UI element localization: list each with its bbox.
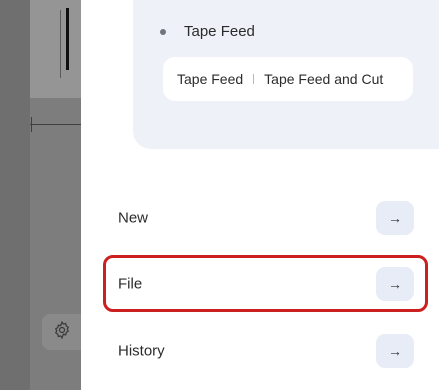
arrow-right-icon: → [388, 210, 402, 226]
side-panel: Tape Feed Tape Feed Tape Feed and Cut Ne… [81, 0, 439, 390]
menu-label-file: File [118, 275, 143, 293]
segment-divider [253, 74, 255, 84]
tape-feed-option-card: Tape Feed Tape Feed Tape Feed and Cut [133, 0, 439, 149]
tape-feed-segmented-control: Tape Feed Tape Feed and Cut [163, 57, 413, 101]
menu-row-history[interactable]: History → [81, 329, 439, 373]
ruler-tick [31, 117, 32, 132]
menu-label-history: History [118, 342, 165, 360]
settings-button[interactable] [42, 314, 81, 350]
gear-icon [52, 320, 72, 345]
history-arrow-button[interactable]: → [376, 334, 414, 368]
canvas-area [0, 0, 30, 390]
segment-tape-feed-and-cut[interactable]: Tape Feed and Cut [264, 71, 383, 87]
menu-label-new: New [118, 209, 149, 227]
background-canvas [0, 0, 81, 390]
arrow-right-icon: → [388, 276, 402, 292]
menu-row-file[interactable]: File → [81, 262, 439, 306]
cursor-line [66, 8, 69, 70]
file-arrow-button[interactable]: → [376, 267, 414, 301]
new-arrow-button[interactable]: → [376, 201, 414, 235]
canvas-preview [30, 0, 81, 98]
ruler-line [30, 124, 81, 125]
arrow-right-icon: → [388, 343, 402, 359]
bullet-icon [160, 29, 166, 35]
segment-tape-feed[interactable]: Tape Feed [177, 71, 243, 87]
option-title: Tape Feed [184, 23, 255, 40]
guide-line [60, 10, 61, 78]
menu-row-new[interactable]: New → [81, 196, 439, 240]
